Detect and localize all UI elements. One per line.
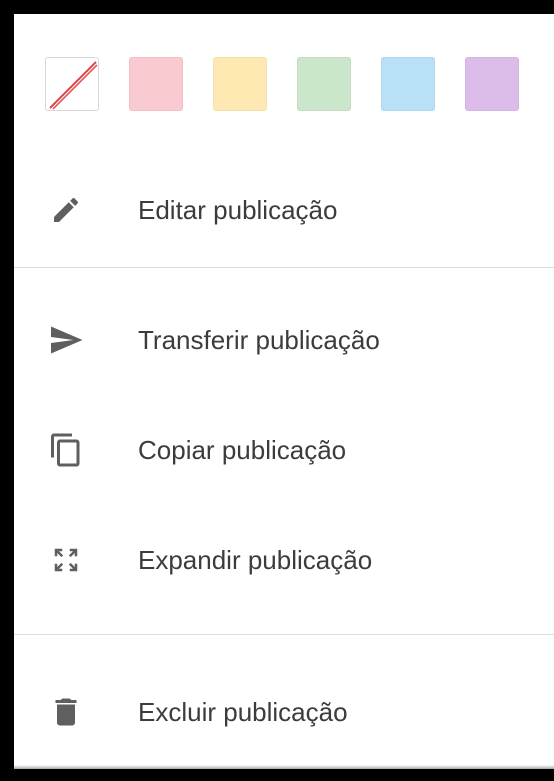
menu-item-transfer[interactable]: Transferir publicação bbox=[14, 310, 554, 370]
menu-divider bbox=[14, 267, 554, 268]
menu-item-label: Expandir publicação bbox=[138, 545, 373, 575]
trash-icon bbox=[48, 694, 84, 730]
no-color-slash-icon bbox=[49, 61, 98, 110]
menu-item-label: Copiar publicação bbox=[138, 435, 347, 465]
color-swatch-none[interactable] bbox=[45, 57, 99, 111]
menu-item-label: Transferir publicação bbox=[138, 325, 380, 355]
color-picker-row bbox=[45, 57, 519, 111]
post-options-menu: Editar publicação Transferir publicação … bbox=[14, 14, 554, 769]
color-swatch-green[interactable] bbox=[297, 57, 351, 111]
color-swatch-blue[interactable] bbox=[381, 57, 435, 111]
color-swatch-red[interactable] bbox=[129, 57, 183, 111]
expand-icon bbox=[48, 542, 84, 578]
send-icon bbox=[48, 322, 84, 358]
color-swatch-yellow[interactable] bbox=[213, 57, 267, 111]
menu-item-label: Excluir publicação bbox=[138, 697, 348, 727]
menu-item-delete[interactable]: Excluir publicação bbox=[14, 682, 554, 742]
menu-item-edit[interactable]: Editar publicação bbox=[14, 180, 554, 240]
menu-item-label: Editar publicação bbox=[138, 195, 338, 225]
color-swatch-purple[interactable] bbox=[465, 57, 519, 111]
copy-icon bbox=[48, 432, 84, 468]
menu-bottom-shadow bbox=[14, 765, 554, 769]
menu-item-copy[interactable]: Copiar publicação bbox=[14, 420, 554, 480]
menu-item-expand[interactable]: Expandir publicação bbox=[14, 530, 554, 590]
menu-divider bbox=[14, 634, 554, 635]
pencil-icon bbox=[48, 192, 84, 228]
